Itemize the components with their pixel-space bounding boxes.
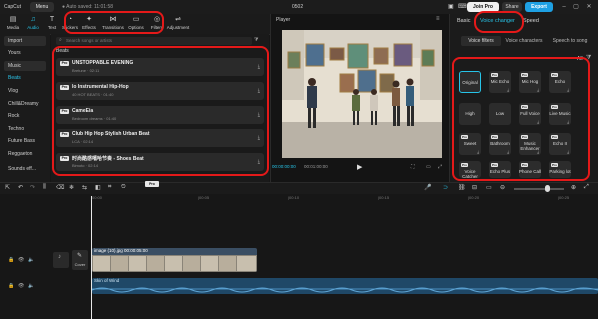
redo-icon[interactable]: ↷	[30, 184, 35, 191]
highlight-annotation	[452, 57, 590, 181]
current-time: 00:00:00:00	[272, 164, 296, 169]
speaker-icon: ♪	[58, 254, 61, 260]
ruler-tick: |00:20	[468, 195, 480, 200]
ratio-icon[interactable]: ▭	[426, 164, 431, 170]
menu-button[interactable]: Menu	[30, 2, 54, 12]
tool-label: Adjustment	[166, 25, 190, 30]
eye-icon[interactable]: 👁	[18, 283, 24, 289]
media-icon: ▤	[9, 16, 17, 23]
export-button[interactable]: Export	[525, 2, 553, 12]
split-icon[interactable]: ⫼	[43, 184, 46, 191]
sidebar-item-sounds-effects[interactable]: Sounds eff...	[4, 164, 46, 174]
tool-label: Media	[6, 25, 20, 30]
pro-badge: Pro	[145, 181, 159, 187]
pencil-icon: ✎	[77, 253, 83, 259]
maximize-icon[interactable]: ▢	[571, 2, 581, 12]
fit-icon[interactable]: ⤢	[584, 184, 589, 191]
audio-mute-toggle[interactable]: ♪	[53, 252, 69, 268]
tool-adjustment[interactable]: ⇌ Adjustment	[166, 14, 190, 34]
tool-label: Audio	[27, 25, 39, 30]
tab-speed[interactable]: Speed	[523, 14, 539, 28]
playhead[interactable]	[91, 196, 92, 319]
search-icon: ⌕	[59, 37, 62, 43]
zoom-slider-handle[interactable]	[545, 185, 550, 192]
zoom-slider[interactable]	[514, 188, 564, 190]
sidebar-item-chill-dreamy[interactable]: Chill&Dreamy	[4, 99, 46, 109]
timeline	[0, 194, 598, 319]
total-time: 00:01:00:00	[304, 164, 328, 169]
cover-label: Cover	[74, 262, 86, 267]
video-clip[interactable]: image (10).jpg 00:00:05:00	[92, 248, 257, 272]
zoom-out-icon[interactable]: ⊖	[500, 184, 505, 191]
save-status-text: Auto saved: 11:01:58	[66, 4, 114, 10]
eye-icon[interactable]: 👁	[18, 257, 24, 263]
caption-icon[interactable]: ▭	[486, 184, 492, 191]
close-icon[interactable]: ✕	[584, 2, 594, 12]
mute-icon[interactable]: 🔈	[28, 257, 34, 263]
freeze-icon[interactable]: ❄	[69, 184, 74, 191]
reverse-icon[interactable]: ⇆	[82, 184, 87, 191]
sidebar-item-music[interactable]: Music	[4, 61, 46, 71]
expand-icon[interactable]: ⤢	[438, 164, 442, 170]
tool-label: Text	[47, 25, 57, 30]
highlight-annotation	[474, 11, 524, 33]
sidebar-item-reggaeton[interactable]: Reggaeton	[4, 149, 46, 159]
zoom-in-icon[interactable]: ⊕	[571, 184, 576, 191]
mirror-icon[interactable]: ◧	[95, 184, 101, 191]
keyboard-icon[interactable]: ⌨	[458, 0, 467, 14]
minimize-icon[interactable]: –	[559, 2, 569, 12]
timeline-ruler: 00:00 |00:05 |00:10 |00:15 |00:20 |00:25	[88, 195, 598, 203]
preview-image	[282, 30, 442, 158]
adjustment-icon: ⇌	[175, 16, 181, 23]
project-title[interactable]: 0502	[292, 0, 303, 14]
magnet-icon[interactable]: ⊃	[443, 184, 448, 191]
lock-icon[interactable]: 🔒	[8, 257, 14, 263]
fullscreen-icon[interactable]: ⛶	[411, 164, 415, 170]
sidebar-item-beats[interactable]: Beats	[4, 73, 46, 83]
ruler-tick: 00:00	[92, 195, 103, 200]
sidebar-item-import[interactable]: Import	[4, 36, 46, 46]
tool-media[interactable]: ▤ Media	[2, 14, 24, 34]
sidebar-item-vlog[interactable]: Vlog	[4, 86, 46, 96]
filter-icon[interactable]: ⧩	[254, 37, 258, 43]
subtab-speech-to-song[interactable]: Speech to song	[547, 36, 593, 46]
undo-icon[interactable]: ↶	[18, 184, 23, 191]
checkmark-icon: ●	[62, 4, 66, 10]
search-input[interactable]: Search songs or artists	[56, 37, 252, 45]
ruler-tick: |00:05	[198, 195, 210, 200]
sidebar-item-techno[interactable]: Techno	[4, 124, 46, 134]
delete-icon[interactable]: ⌫	[56, 184, 64, 191]
mute-icon[interactable]: 🔈	[28, 283, 34, 289]
highlight-annotation	[52, 46, 269, 176]
ruler-tick: |00:10	[288, 195, 300, 200]
tab-basic[interactable]: Basic	[457, 14, 470, 28]
subtab-voice-characters[interactable]: Voice characters	[503, 36, 545, 46]
sidebar-item-yours[interactable]: Yours	[4, 48, 46, 58]
cover-button[interactable]: ✎ Cover	[72, 250, 88, 270]
sidebar-item-rock[interactable]: Rock	[4, 111, 46, 121]
link-icon[interactable]: ⛓	[458, 184, 466, 191]
highlight-annotation	[64, 11, 164, 34]
sidebar-item-future-bass[interactable]: Future Bass	[4, 136, 46, 146]
audio-clip[interactable]: Skin of Wind	[92, 278, 598, 294]
subtab-voice-filters[interactable]: Voice filters	[461, 36, 501, 46]
ruler-tick: |00:15	[378, 195, 390, 200]
select-icon[interactable]: ⇱	[5, 184, 10, 191]
speed-icon[interactable]: ⏲	[121, 184, 126, 191]
player-label: Player	[276, 17, 291, 23]
preview-axis-icon[interactable]: ⊟	[472, 184, 477, 191]
more-icon[interactable]: ≡	[436, 16, 440, 22]
ruler-tick: |00:25	[558, 195, 570, 200]
layout-icon[interactable]: ▣	[448, 0, 454, 14]
microphone-icon[interactable]: 🎤	[424, 184, 431, 191]
app-logo: CapCut	[4, 4, 21, 10]
crop-icon[interactable]: ⌗	[108, 184, 111, 191]
play-icon[interactable]: ▶	[357, 163, 362, 171]
lock-icon[interactable]: 🔒	[8, 283, 14, 289]
